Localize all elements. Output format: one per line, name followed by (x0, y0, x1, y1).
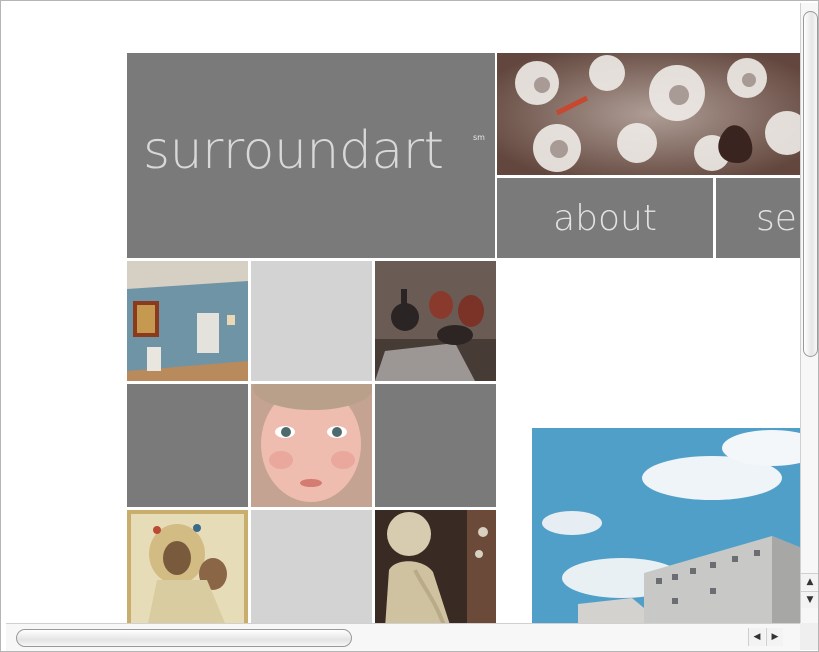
pottery-vessels-photo (375, 261, 496, 381)
up-arrow-icon[interactable]: ▲ (801, 573, 818, 590)
site-logo: surroundart (143, 121, 444, 181)
building-sky-photo (532, 428, 800, 623)
blank-tile-dark (375, 384, 496, 507)
horizontal-scroll-thumb[interactable] (16, 629, 352, 647)
right-arrow-icon[interactable]: ▶ (766, 628, 783, 646)
sculpture-bust-photo (375, 510, 496, 623)
browser-frame: surroundart sm about se ▲ ▼ ◀ ▶ (0, 0, 819, 652)
blank-tile (251, 510, 372, 623)
nav-services[interactable]: ser (716, 178, 800, 258)
gallery-room-photo (127, 261, 248, 381)
horizontal-scrollbar[interactable]: ◀ ▶ (6, 623, 800, 651)
left-arrow-icon[interactable]: ◀ (748, 628, 765, 646)
service-mark: sm (473, 133, 485, 142)
scrollbar-corner (800, 623, 818, 650)
blank-tile (251, 261, 372, 381)
blank-tile-dark (127, 384, 248, 507)
vertical-scroll-thumb[interactable] (803, 11, 818, 357)
vertical-scrollbar[interactable]: ▲ ▼ (800, 3, 818, 623)
madonna-icon-photo (127, 510, 248, 623)
page-viewport: surroundart sm about se (6, 3, 800, 623)
logo-tile[interactable]: surroundart sm (127, 53, 495, 258)
down-arrow-icon[interactable]: ▼ (801, 591, 818, 608)
nav-about[interactable]: about (497, 178, 713, 258)
jewel-brooch-photo (497, 53, 800, 175)
portrait-face-photo (251, 384, 372, 507)
